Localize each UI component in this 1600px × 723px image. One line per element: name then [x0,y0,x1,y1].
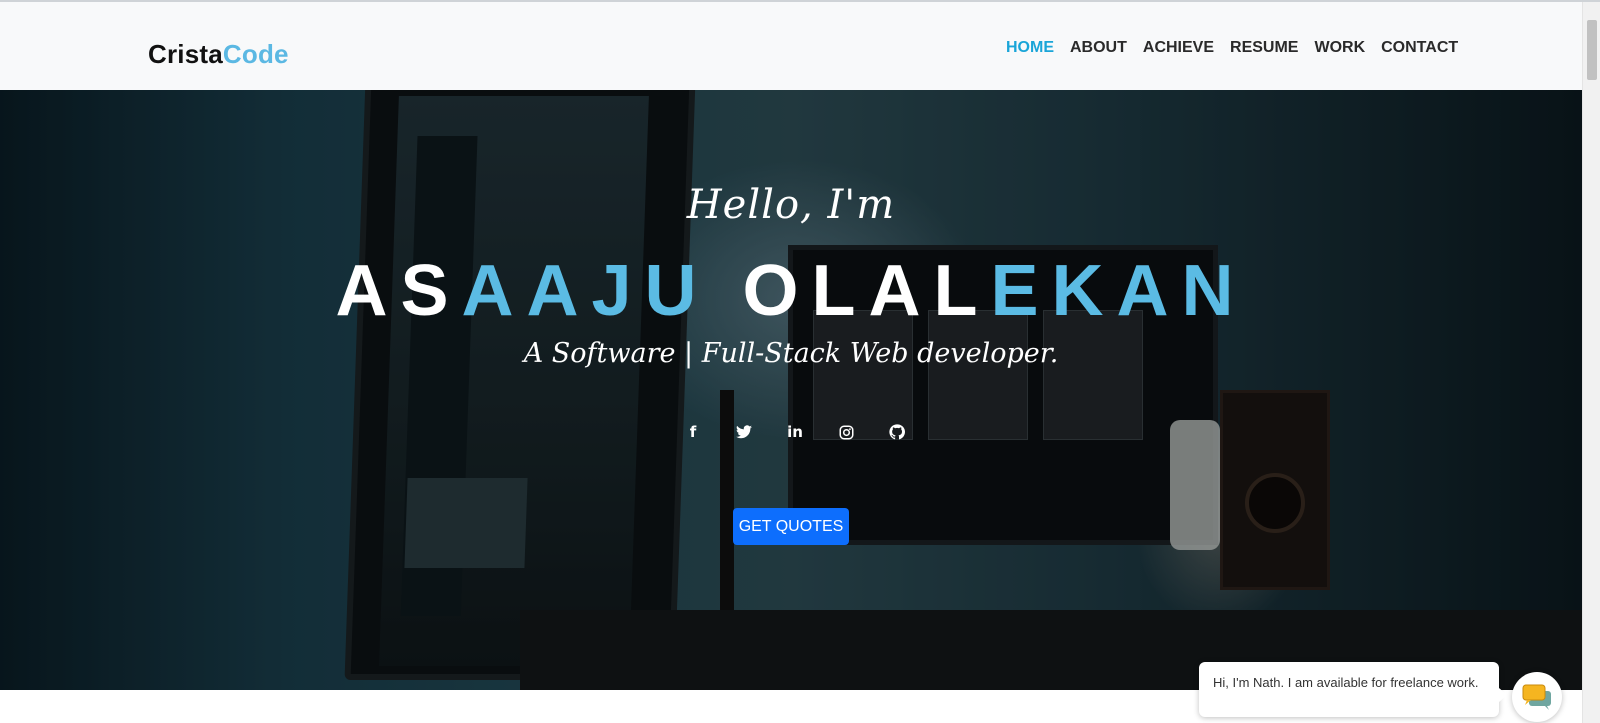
hero-tagline: A Software | Full-Stack Web developer. [523,338,1059,369]
navbar: CristaCode HOME ABOUT ACHIEVE RESUME WOR… [0,2,1582,90]
social-links: f in [682,421,908,443]
hero-greeting: Hello, I'm [686,182,896,228]
hero-name-part2: AAJU [461,251,710,331]
nav-home[interactable]: HOME [998,37,1062,59]
scrollbar-thumb[interactable] [1587,20,1597,80]
nav-work[interactable]: WORK [1306,37,1373,59]
nav-resume[interactable]: RESUME [1222,37,1306,59]
linkedin-icon[interactable]: in [784,421,806,443]
chat-icon [1522,684,1551,710]
hero-name-part3: OLAL [742,251,991,331]
brand-name-part2: Code [222,39,289,69]
hero-name-part4: EKAN [990,251,1247,331]
get-quotes-button[interactable]: GET QUOTES [733,508,849,545]
main-nav: HOME ABOUT ACHIEVE RESUME WORK CONTACT [998,37,1466,59]
nav-achieve[interactable]: ACHIEVE [1135,37,1222,59]
nav-contact[interactable]: CONTACT [1373,37,1466,59]
hero-name: ASAAJU OLALEKAN [0,250,1582,332]
chat-greeting-bubble[interactable]: Hi, I'm Nath. I am available for freelan… [1199,662,1507,717]
page-scrollbar[interactable] [1582,2,1600,723]
nav-about[interactable]: ABOUT [1062,37,1135,59]
github-icon[interactable] [886,421,908,443]
brand-name-part1: Crista [148,39,223,69]
chat-greeting-text: Hi, I'm Nath. I am available for freelan… [1213,675,1479,690]
hero-section: Hello, I'm ASAAJU OLALEKAN A Software | … [0,90,1582,690]
facebook-icon[interactable]: f [682,421,704,443]
hero-name-part1: AS [335,251,462,331]
hero-content: Hello, I'm ASAAJU OLALEKAN A Software | … [0,90,1582,690]
chat-launcher-button[interactable] [1512,672,1562,722]
twitter-icon[interactable] [733,421,755,443]
brand-logo[interactable]: CristaCode [148,39,289,70]
instagram-icon[interactable] [835,421,857,443]
